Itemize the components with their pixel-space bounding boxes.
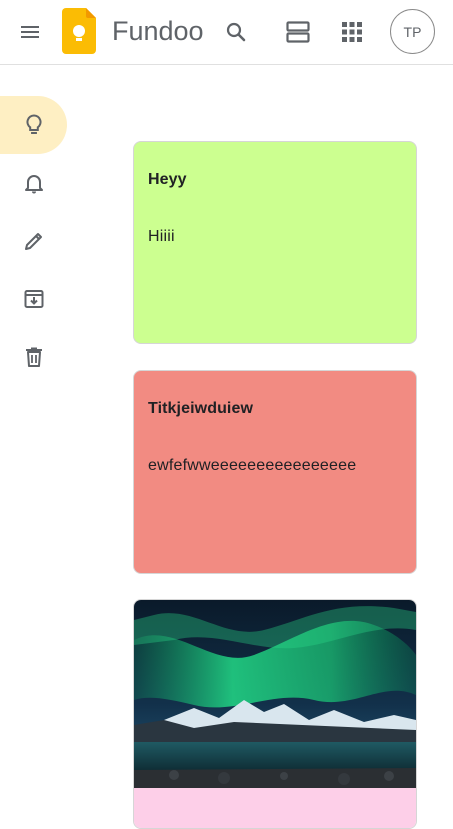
trash-icon	[26, 347, 42, 367]
sidebar-item-trash[interactable]	[0, 328, 68, 386]
list-view-button[interactable]	[280, 14, 316, 50]
note-body: Hiiii	[148, 228, 175, 245]
apps-grid-icon	[342, 22, 362, 42]
app-title: Fundoo	[112, 16, 204, 46]
sidebar-item-notes[interactable]	[0, 96, 67, 154]
search-button[interactable]	[218, 14, 254, 50]
archive-icon	[24, 290, 44, 308]
note-body: ewfefwweeeeeeeeeeeeeeee	[148, 457, 357, 474]
sidebar-item-archive[interactable]	[0, 270, 68, 328]
note-card[interactable]: Heyy Hiiii	[133, 141, 417, 344]
note-image-aurora	[134, 600, 416, 788]
menu-button[interactable]	[10, 14, 50, 50]
list-view-icon	[286, 21, 310, 43]
note-title: Heyy	[148, 171, 187, 188]
image-note-card[interactable]	[133, 599, 417, 829]
note-card[interactable]: Titkjeiwduiew ewfefwweeeeeeeeeeeeeeee	[133, 370, 417, 574]
keep-logo-icon	[62, 8, 96, 54]
sidebar-item-edit-labels[interactable]	[0, 212, 68, 270]
avatar[interactable]: TP	[390, 9, 435, 54]
pencil-icon	[25, 233, 42, 250]
note-title: Titkjeiwduiew	[148, 400, 254, 417]
menu-icon	[21, 26, 39, 38]
apps-button[interactable]	[334, 14, 370, 50]
top-bar: Fundoo TP	[0, 0, 453, 65]
note-footer	[134, 788, 416, 828]
bell-icon	[25, 175, 43, 194]
search-icon	[226, 22, 246, 42]
sidebar-item-reminders[interactable]	[0, 154, 68, 212]
lightbulb-icon	[25, 114, 42, 134]
